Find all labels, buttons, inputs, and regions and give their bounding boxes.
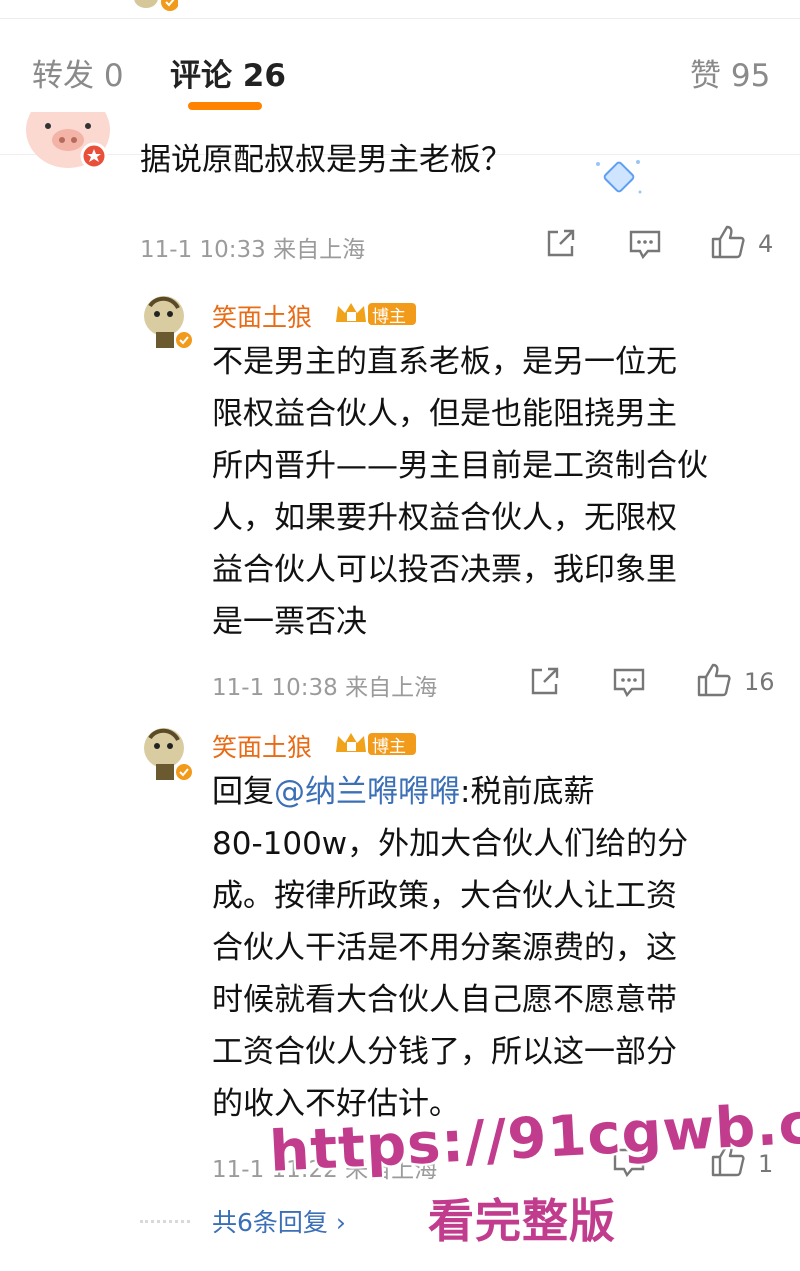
comment-icon[interactable] bbox=[612, 666, 646, 698]
previous-item-strip bbox=[0, 0, 800, 19]
share-icon[interactable] bbox=[544, 226, 578, 260]
reply-line: 合伙人干活是不用分案源费的，这 bbox=[212, 930, 677, 966]
mention-link[interactable]: @纳兰嘚嘚嘚 bbox=[274, 774, 460, 810]
blogger-avatar[interactable] bbox=[140, 724, 196, 786]
comment-meta: 11-1 10:33 来自上海 bbox=[140, 237, 366, 263]
comment-text: 据说原配叔叔是男主老板？ bbox=[140, 142, 512, 178]
reply-line: 限权益合伙人，但是也能阻挠男主 bbox=[212, 396, 677, 432]
blogger-avatar[interactable] bbox=[140, 292, 196, 354]
active-tab-indicator bbox=[188, 102, 262, 110]
watermark-cta: 看完整版 bbox=[428, 1194, 616, 1248]
like-thumb-icon[interactable] bbox=[710, 224, 746, 260]
reply-line: 益合伙人可以投否决票，我印象里 bbox=[212, 552, 677, 588]
sparkle-diamond-icon bbox=[596, 160, 642, 194]
reply-first-line: 回复@纳兰嘚嘚嘚:税前底薪 bbox=[212, 766, 688, 818]
reply-line: 是一票否决 bbox=[212, 604, 367, 640]
blogger-badge: 博主 bbox=[334, 300, 418, 327]
badge-label: 博主 bbox=[372, 737, 406, 757]
reply-line: 80-100w，外加大合伙人们给的分 bbox=[212, 826, 689, 862]
tab-repost[interactable]: 转发 0 bbox=[32, 50, 124, 95]
pig-avatar[interactable] bbox=[22, 112, 114, 174]
tab-likes[interactable]: 赞 95 bbox=[690, 50, 770, 95]
reply-text: 回复@纳兰嘚嘚嘚:税前底薪 80-100w，外加大合伙人们给的分 成。按律所政策… bbox=[212, 766, 688, 1130]
comment-icon[interactable] bbox=[628, 228, 662, 260]
reply-line-rest: :税前底薪 bbox=[460, 774, 595, 810]
reply-line: 时候就看大合伙人自己愿不愿意带 bbox=[212, 982, 677, 1018]
reply-author[interactable]: 笑面土狼 bbox=[212, 728, 312, 764]
reply-line: 成。按律所政策，大合伙人让工资 bbox=[212, 878, 677, 914]
interaction-tabs: 转发 0 评论 26 赞 95 bbox=[0, 38, 800, 155]
blogger-badge: 博主 bbox=[334, 730, 418, 757]
reply-prefix: 回复 bbox=[212, 774, 274, 810]
like-count: 16 bbox=[744, 668, 775, 696]
share-icon[interactable] bbox=[528, 664, 562, 698]
divider-dots bbox=[140, 1220, 190, 1225]
reply-meta: 11-1 10:38 来自上海 bbox=[212, 675, 438, 701]
badge-label: 博主 bbox=[372, 307, 406, 327]
reply-line: 人，如果要升权益合伙人，无限权 bbox=[212, 500, 677, 536]
reply-line: 所内晋升——男主目前是工资制合伙 bbox=[212, 448, 708, 484]
like-thumb-icon[interactable] bbox=[696, 662, 732, 698]
reply-text: 不是男主的直系老板，是另一位无 限权益合伙人，但是也能阻挠男主 所内晋升——男主… bbox=[212, 336, 708, 648]
tab-comments[interactable]: 评论 26 bbox=[170, 50, 286, 95]
like-count: 4 bbox=[758, 230, 774, 258]
reply-line: 工资合伙人分钱了，所以这一部分 bbox=[212, 1034, 677, 1070]
reply-line: 不是男主的直系老板，是另一位无 bbox=[212, 344, 677, 380]
reply-author[interactable]: 笑面土狼 bbox=[212, 298, 312, 334]
avatar-partial bbox=[134, 0, 178, 11]
view-more-replies-link[interactable]: 共6条回复 › bbox=[212, 1203, 346, 1239]
